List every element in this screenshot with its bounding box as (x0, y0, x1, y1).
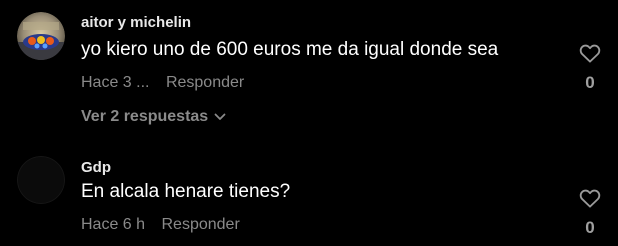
reply-button[interactable]: Responder (162, 216, 240, 233)
comment-timestamp: Hace 3 ... (81, 74, 150, 91)
view-replies-button[interactable]: Ver 2 respuestas (81, 108, 226, 126)
comment-meta: Hace 3 ... Responder (81, 74, 244, 92)
chevron-down-icon (214, 113, 226, 120)
comment-text: yo kiero uno de 600 euros me da igual do… (81, 39, 499, 60)
comment-meta: Hace 6 h Responder (81, 216, 240, 234)
comment-text: En alcala henare tienes? (81, 181, 291, 202)
comment-username[interactable]: Gdp (81, 159, 111, 176)
avatar[interactable] (17, 12, 65, 60)
like-count: 0 (585, 73, 595, 92)
heart-icon (579, 189, 601, 208)
like-count: 0 (585, 218, 595, 237)
like-button[interactable]: 0 (574, 43, 606, 93)
comment-timestamp: Hace 6 h (81, 216, 146, 233)
round-photo-avatar-icon (17, 12, 65, 60)
reply-button[interactable]: Responder (166, 74, 244, 91)
heart-icon (579, 44, 601, 63)
avatar[interactable] (17, 156, 65, 204)
comment-username[interactable]: aitor y michelin (81, 14, 191, 31)
view-replies-label: Ver 2 respuestas (81, 108, 209, 125)
dark-avatar-icon (17, 156, 65, 204)
like-button[interactable]: 0 (574, 188, 606, 238)
